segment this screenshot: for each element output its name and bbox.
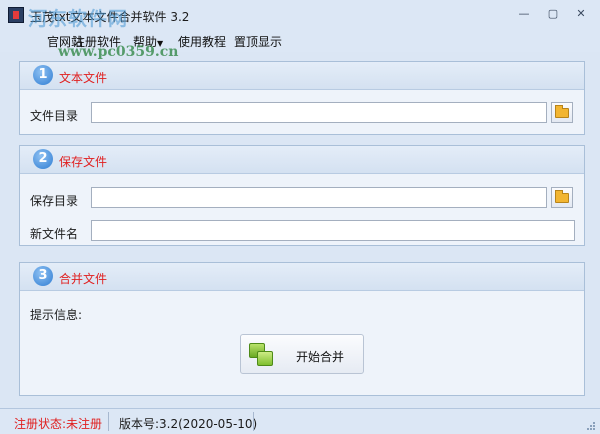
menu-item-tutorial[interactable]: 使用教程: [178, 33, 226, 50]
watermark-url: www.pc0359.cn: [58, 44, 179, 60]
group-title: 文本文件: [59, 71, 108, 85]
close-button[interactable]: ✕: [572, 6, 590, 22]
menu-item-pin-top[interactable]: 置顶显示: [234, 33, 282, 50]
step-number-badge: 2: [33, 149, 53, 169]
group-merge-files: 3 合并文件 提示信息: 开始合并: [19, 262, 585, 396]
new-file-name-label: 新文件名: [30, 227, 79, 241]
status-divider: [253, 412, 254, 431]
app-icon: [8, 7, 24, 23]
file-dir-label: 文件目录: [30, 109, 79, 123]
version-info: 版本号:3.2(2020-05-10): [119, 417, 258, 431]
start-merge-label: 开始合并: [296, 350, 345, 364]
status-bar: 注册状态:未注册 版本号:3.2(2020-05-10): [0, 408, 600, 434]
group-text-files: 1 文本文件 文件目录: [19, 61, 585, 135]
info-label: 提示信息:: [30, 308, 83, 322]
step-number-badge: 1: [33, 65, 53, 85]
file-dir-browse-button[interactable]: [551, 102, 573, 123]
maximize-button[interactable]: ▢: [544, 6, 562, 22]
group-header: 1 文本文件: [20, 62, 584, 90]
group-title: 保存文件: [59, 155, 108, 169]
folder-icon: [555, 190, 569, 203]
save-dir-label: 保存目录: [30, 194, 79, 208]
start-merge-button[interactable]: 开始合并: [240, 334, 364, 374]
group-header: 2 保存文件: [20, 146, 584, 174]
save-dir-browse-button[interactable]: [551, 187, 573, 208]
group-save-files: 2 保存文件 保存目录 新文件名: [19, 145, 585, 246]
resize-grip-icon[interactable]: [586, 421, 596, 431]
file-dir-input[interactable]: [91, 102, 547, 123]
new-file-name-input[interactable]: [91, 220, 575, 241]
registration-status: 注册状态:未注册: [14, 417, 103, 431]
folder-icon: [555, 105, 569, 118]
merge-icon: [249, 343, 273, 367]
group-header: 3 合并文件: [20, 263, 584, 291]
group-title: 合并文件: [59, 272, 108, 286]
minimize-button[interactable]: —: [515, 6, 533, 22]
step-number-badge: 3: [33, 266, 53, 286]
watermark-text: 河东软件网: [28, 8, 129, 30]
save-dir-input[interactable]: [91, 187, 547, 208]
status-divider: [108, 412, 109, 431]
